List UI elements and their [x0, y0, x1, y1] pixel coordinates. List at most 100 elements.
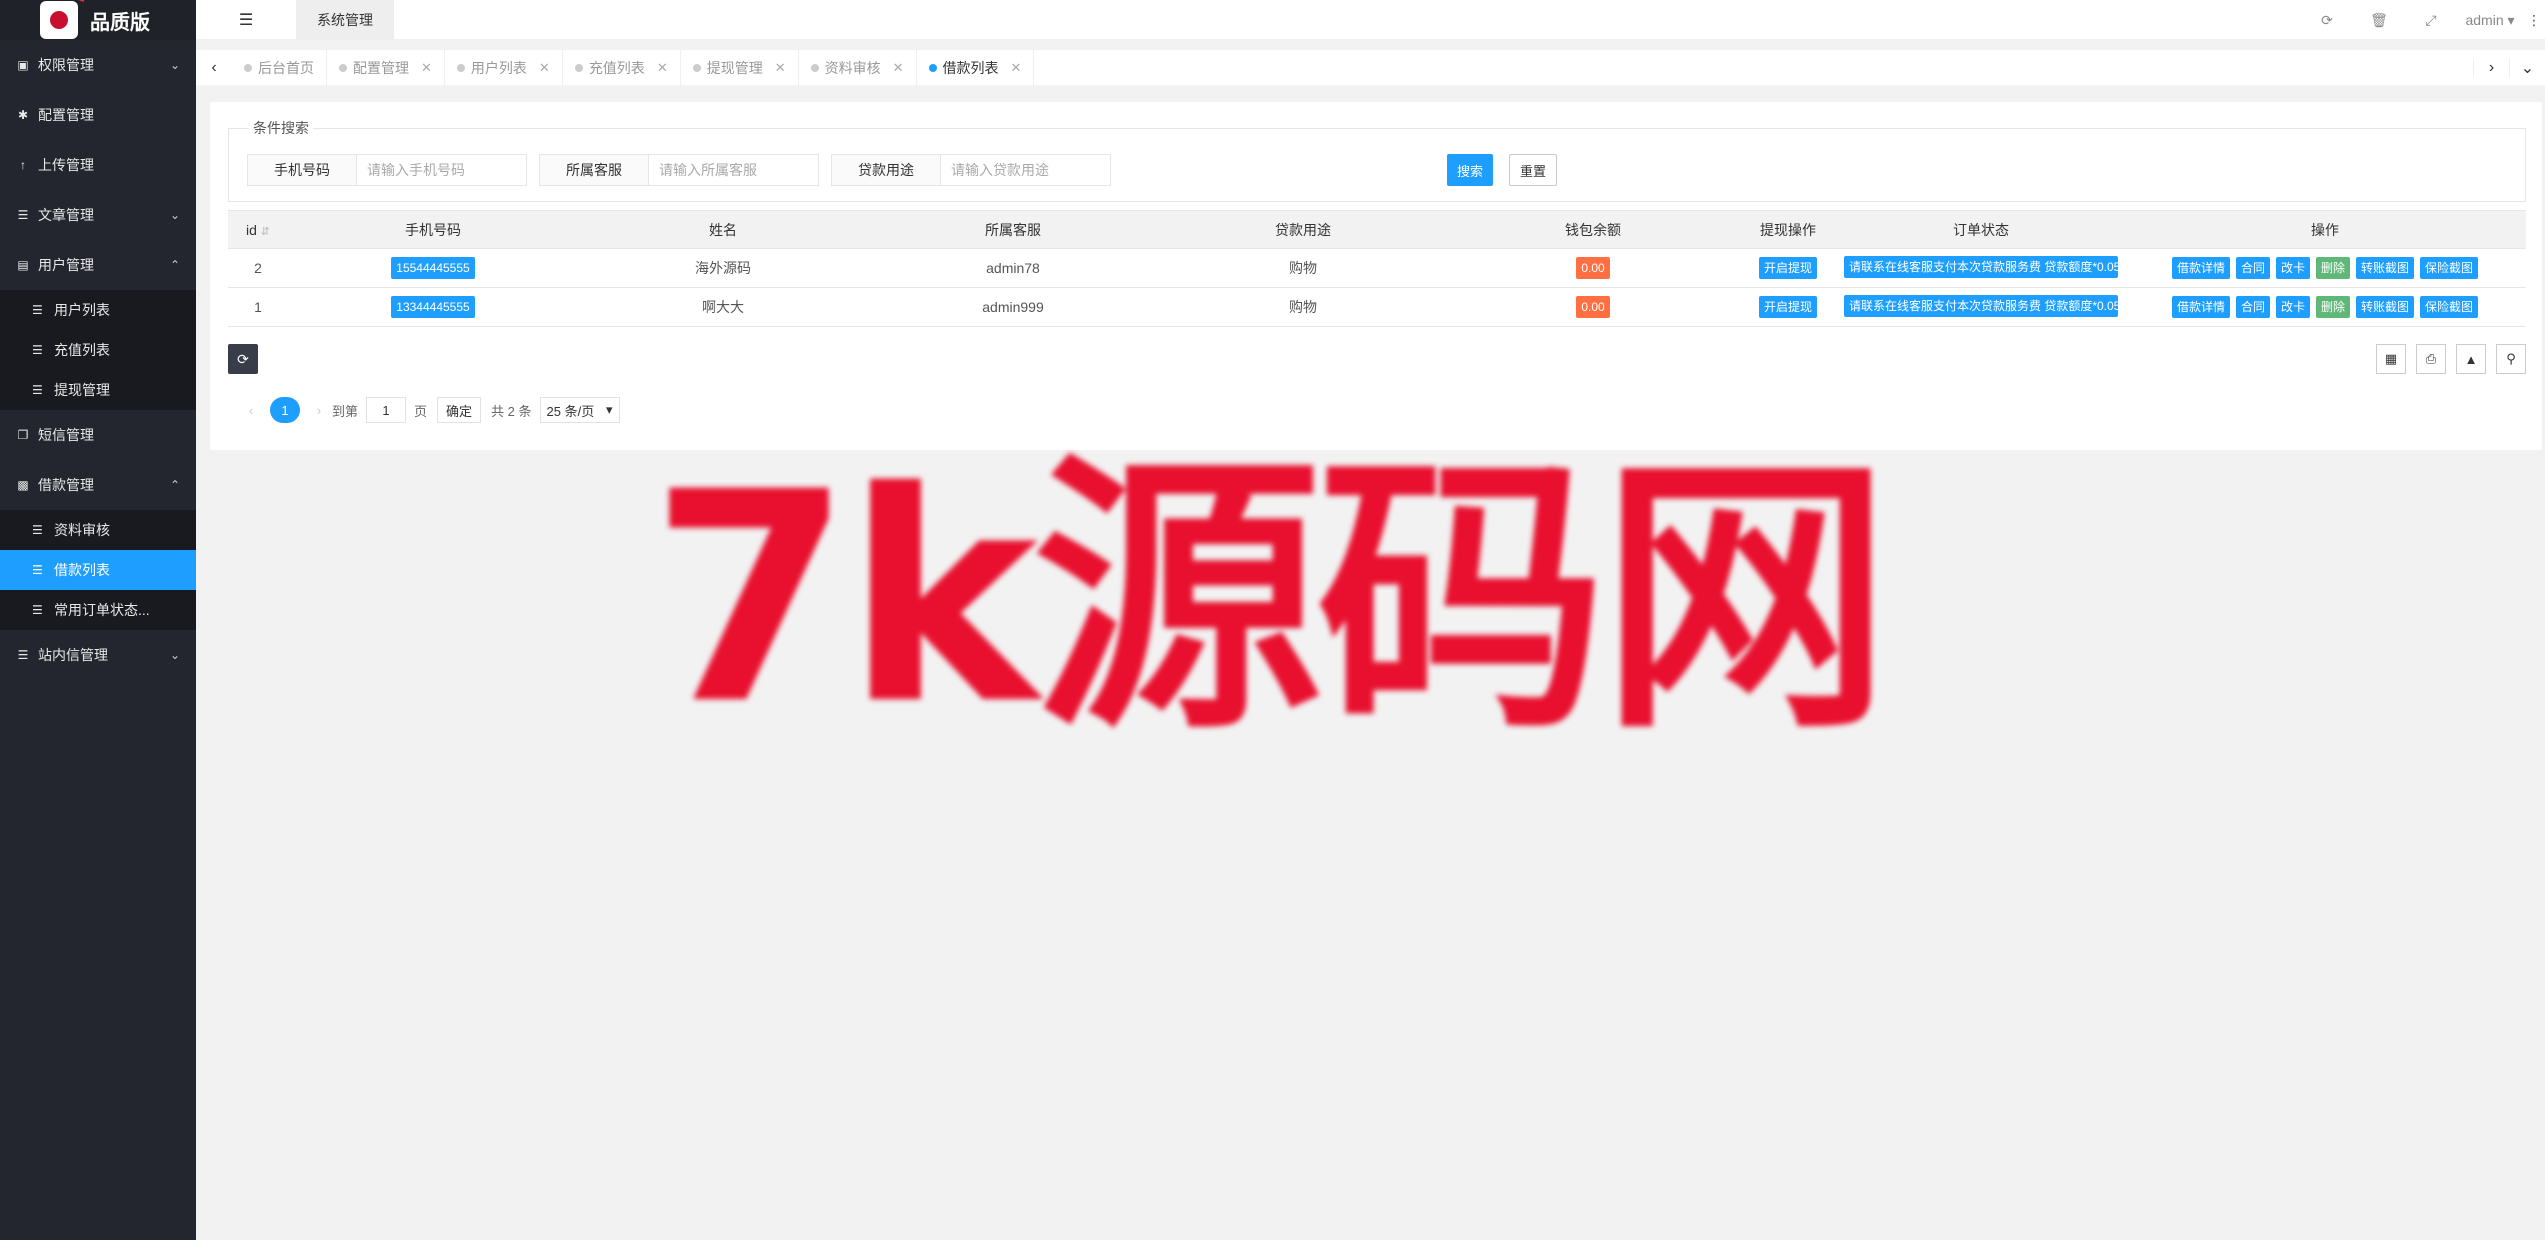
tab-label: 充值列表 — [588, 59, 645, 76]
user-menu[interactable]: admin ▾ — [2457, 12, 2523, 29]
sidebar-item-label: 权限管理 — [38, 57, 94, 73]
tab-label: 资料审核 — [824, 59, 881, 76]
sidebar-subitem-label: 常用订单状态... — [54, 602, 150, 618]
tab-dot — [456, 63, 465, 72]
loan-detail-button[interactable]: 借款详情 — [2171, 296, 2230, 318]
close-icon[interactable]: ✕ — [775, 60, 786, 76]
header-tools: ⟳ 🗑 ⤢ admin ▾ ⋮ — [2301, 0, 2545, 40]
more-vertical-icon[interactable]: ⋮ — [2523, 12, 2545, 29]
tab-withdraw[interactable]: 提现管理 ✕ — [681, 49, 799, 86]
col-purpose: 贷款用途 — [1158, 210, 1448, 249]
tab-dot — [692, 63, 701, 72]
phone-filter: 手机号码 请输入手机号码 — [247, 154, 527, 186]
search-icon[interactable]: ⚲ — [2496, 344, 2526, 374]
sidebar-item-users[interactable]: ▤ 用户管理 ⌃ — [0, 240, 196, 290]
close-icon[interactable]: ✕ — [893, 60, 904, 76]
loan-detail-button[interactable]: 借款详情 — [2171, 257, 2230, 279]
tab-home[interactable]: 后台首页 — [232, 49, 327, 86]
sidebar-item-permissions[interactable]: ▣ 权限管理 ⌄ — [0, 40, 196, 90]
tab-loan-list[interactable]: 借款列表 ✕ — [917, 49, 1035, 86]
purpose-input[interactable]: 请输入贷款用途 — [941, 154, 1111, 186]
tab-config[interactable]: 配置管理 ✕ — [327, 49, 445, 86]
page-current[interactable]: 1 — [270, 397, 300, 423]
sidebar-item-loans[interactable]: ▩ 借款管理 ⌃ — [0, 460, 196, 510]
sidebar-subitem-recharge-list[interactable]: ☰ 充值列表 — [0, 330, 196, 370]
col-status: 订单状态 — [1838, 210, 2124, 249]
col-name: 姓名 — [578, 210, 868, 249]
export-icon[interactable]: ▲ — [2456, 344, 2486, 374]
table-refresh-button[interactable]: ⟳ — [228, 344, 258, 374]
list-icon: ☰ — [32, 303, 43, 317]
cell-actions: 借款详情 合同 改卡 删除 转账截图 保险截图 — [2124, 287, 2526, 327]
menu-toggle-icon[interactable]: ☰ — [196, 10, 296, 30]
change-card-button[interactable]: 改卡 — [2275, 257, 2310, 279]
goto-page-input[interactable]: 1 — [366, 397, 407, 423]
contract-button[interactable]: 合同 — [2235, 257, 2270, 279]
insurance-screenshot-button[interactable]: 保险截图 — [2420, 257, 2479, 279]
trash-icon[interactable]: 🗑 — [2353, 12, 2405, 29]
refresh-icon[interactable]: ⟳ — [2301, 12, 2353, 29]
page-size-select[interactable]: 25 条/页 ▾ — [539, 397, 620, 423]
transfer-screenshot-button[interactable]: 转账截图 — [2356, 296, 2415, 318]
page-tabs: ‹ 后台首页 配置管理 ✕ 用户列表 ✕ 充值列表 ✕ 提现管理 ✕ 资料审核 ✕ 借款列… — [196, 49, 2545, 86]
insurance-screenshot-button[interactable]: 保险截图 — [2420, 296, 2479, 318]
close-icon[interactable]: ✕ — [657, 60, 668, 76]
close-icon[interactable]: ✕ — [1011, 60, 1022, 76]
goto-confirm-button[interactable]: 确定 — [437, 397, 482, 423]
list-icon: ☰ — [32, 563, 43, 577]
sidebar-item-label: 配置管理 — [38, 107, 94, 123]
change-card-button[interactable]: 改卡 — [2275, 296, 2310, 318]
col-id[interactable]: id ⇵ — [228, 210, 288, 249]
sidebar-subitem-user-list[interactable]: ☰ 用户列表 — [0, 290, 196, 330]
agent-filter: 所属客服 请输入所属客服 — [539, 154, 819, 186]
tab-recharge-list[interactable]: 充值列表 ✕ — [563, 49, 681, 86]
chevron-right-icon[interactable]: › — [2473, 59, 2509, 77]
sidebar-subitem-review[interactable]: ☰ 资料审核 — [0, 510, 196, 550]
chevron-up-icon: ⌃ — [169, 258, 180, 272]
columns-filter-icon[interactable]: ▦ — [2376, 344, 2406, 374]
chevron-down-icon[interactable]: ⌄ — [2509, 58, 2545, 78]
upload-icon: ↑ — [20, 158, 26, 172]
sort-icon[interactable]: ⇵ — [261, 226, 270, 238]
sidebar-subitem-label: 借款列表 — [54, 562, 110, 578]
sidebar-item-label: 站内信管理 — [38, 647, 108, 663]
sidebar-item-mail[interactable]: ☰ 站内信管理 ⌄ — [0, 630, 196, 680]
tab-label: 后台首页 — [258, 59, 314, 76]
tabs-controls: › ⌄ — [2473, 50, 2545, 86]
enable-withdraw-button[interactable]: 开启提现 — [1758, 296, 1817, 318]
contract-button[interactable]: 合同 — [2235, 296, 2270, 318]
cell-purpose: 购物 — [1158, 287, 1448, 327]
fullscreen-icon[interactable]: ⤢ — [2405, 12, 2457, 29]
sidebar-subitem-order-status[interactable]: ☰ 常用订单状态... — [0, 590, 196, 630]
chevron-down-icon: ⌄ — [169, 58, 180, 72]
sidebar-subitem-withdraw[interactable]: ☰ 提现管理 — [0, 370, 196, 410]
tab-label: 用户列表 — [470, 59, 527, 76]
cell-withdraw: 开启提现 — [1738, 248, 1838, 288]
tab-review[interactable]: 资料审核 ✕ — [799, 49, 917, 86]
close-icon[interactable]: ✕ — [539, 60, 550, 76]
close-icon[interactable]: ✕ — [421, 60, 432, 76]
delete-button[interactable]: 删除 — [2316, 257, 2351, 279]
sidebar-item-sms[interactable]: ❐ 短信管理 — [0, 410, 196, 460]
header-tab-system[interactable]: 系统管理 — [296, 0, 394, 40]
search-button[interactable]: 搜索 — [1447, 154, 1493, 186]
cell-balance: 0.00 — [1448, 287, 1738, 327]
delete-button[interactable]: 删除 — [2316, 296, 2351, 318]
transfer-screenshot-button[interactable]: 转账截图 — [2356, 257, 2415, 279]
main-panel: 条件搜索 手机号码 请输入手机号码 所属客服 请输入所属客服 贷款用途 请输入贷… — [210, 102, 2542, 450]
chevron-left-icon[interactable]: ‹ — [196, 59, 232, 77]
print-icon[interactable]: ⎙ — [2416, 344, 2446, 374]
sidebar-item-articles[interactable]: ☰ 文章管理 ⌄ — [0, 190, 196, 240]
enable-withdraw-button[interactable]: 开启提现 — [1758, 257, 1817, 279]
next-page-icon[interactable]: › — [306, 403, 332, 418]
sidebar-subitem-label: 用户列表 — [54, 302, 110, 318]
agent-input[interactable]: 请输入所属客服 — [649, 154, 819, 186]
goto-label: 到第 — [332, 403, 359, 419]
sidebar-subitem-loan-list[interactable]: ☰ 借款列表 — [0, 550, 196, 590]
sidebar-item-config[interactable]: ✱ 配置管理 — [0, 90, 196, 140]
tab-user-list[interactable]: 用户列表 ✕ — [445, 49, 563, 86]
phone-input[interactable]: 请输入手机号码 — [357, 154, 527, 186]
sidebar-item-upload[interactable]: ↑ 上传管理 — [0, 140, 196, 190]
reset-button[interactable]: 重置 — [1509, 154, 1557, 186]
prev-page-icon[interactable]: ‹ — [238, 403, 264, 418]
